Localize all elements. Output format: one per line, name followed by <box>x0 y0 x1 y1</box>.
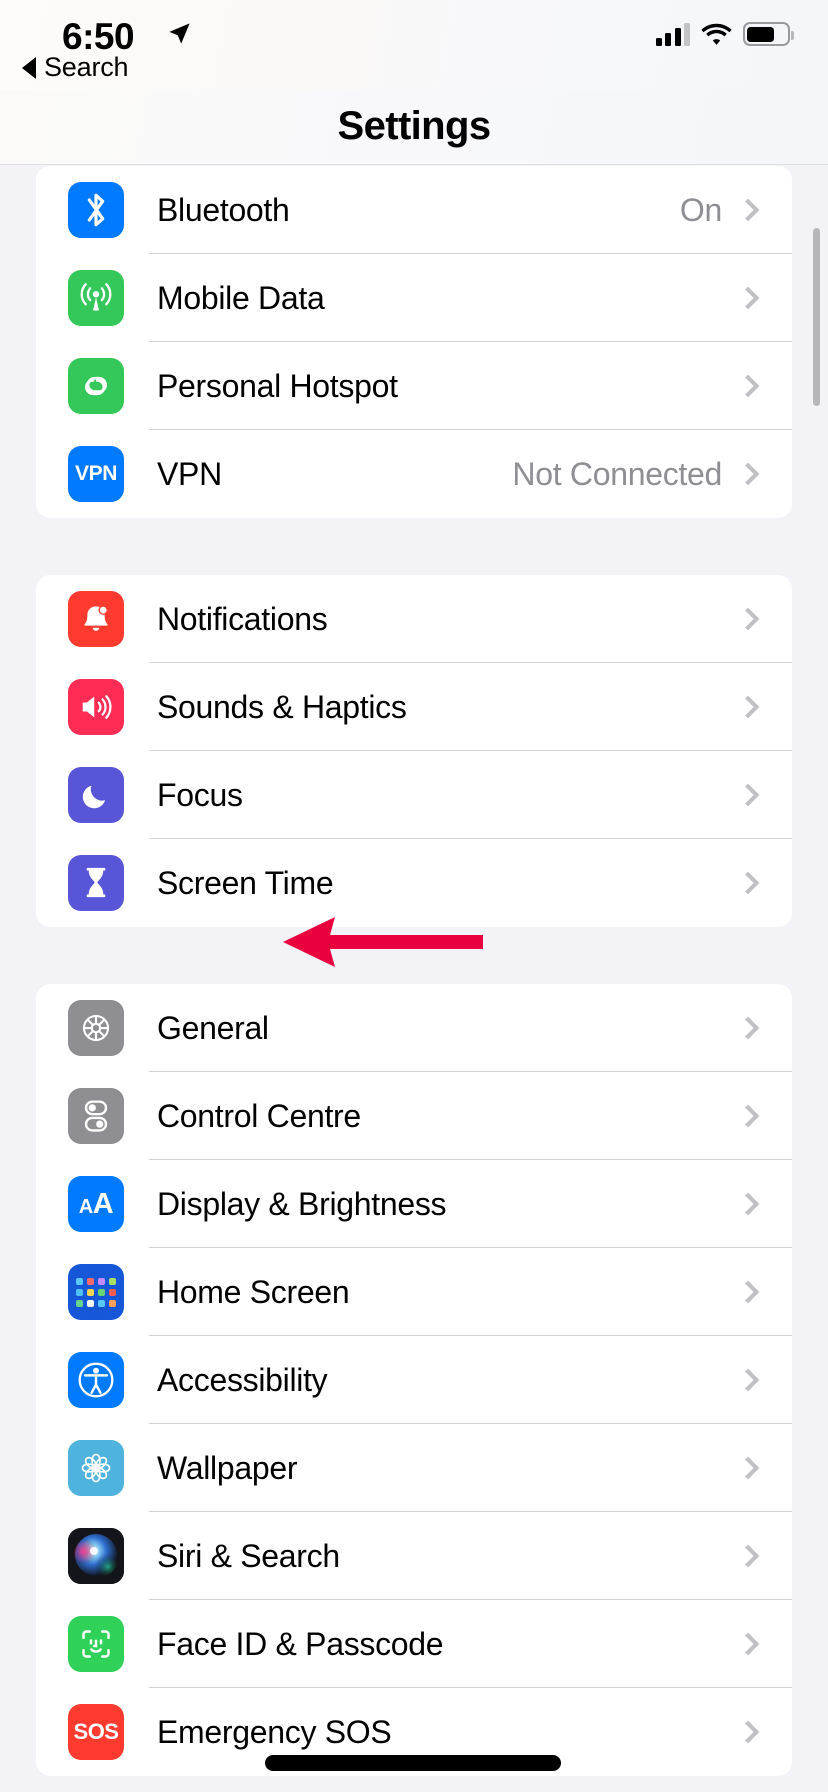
page-title: Settings <box>337 104 492 148</box>
cellular-signal-icon <box>655 22 690 46</box>
screen-time-hourglass-icon <box>68 855 124 911</box>
settings-row-personal-hotspot[interactable]: Personal Hotspot <box>36 342 792 430</box>
settings-row-label: Face ID & Passcode <box>157 1625 444 1662</box>
settings-group-system: General Control Centre AA Display & Brig… <box>36 984 792 1776</box>
settings-row-face-id-passcode[interactable]: Face ID & Passcode <box>36 1600 792 1688</box>
chevron-right-icon <box>736 695 760 719</box>
chevron-right-icon <box>736 1280 760 1304</box>
settings-row-label: Control Centre <box>157 1097 361 1134</box>
chevron-right-icon <box>736 871 760 895</box>
settings-row-bluetooth[interactable]: Bluetooth On <box>36 166 792 254</box>
settings-row-label: Siri & Search <box>157 1537 340 1574</box>
settings-row-label: Screen Time <box>157 864 334 901</box>
settings-row-label: Sounds & Haptics <box>157 688 407 725</box>
battery-icon <box>743 22 794 46</box>
bluetooth-icon <box>68 182 124 238</box>
settings-row-value: On <box>679 191 722 228</box>
mobile-data-icon <box>68 270 124 326</box>
accessibility-icon <box>68 1352 124 1408</box>
chevron-right-icon <box>736 1632 760 1656</box>
settings-row-label: Notifications <box>157 600 328 637</box>
face-id-icon <box>68 1616 124 1672</box>
settings-group-connectivity: Bluetooth On Mobile Data Personal Hotspo… <box>36 166 792 518</box>
settings-row-value: Not Connected <box>512 455 722 492</box>
settings-row-label: Wallpaper <box>157 1449 298 1486</box>
settings-row-label: Focus <box>157 776 243 813</box>
chevron-right-icon <box>736 462 760 486</box>
chevron-right-icon <box>736 1192 760 1216</box>
settings-row-accessibility[interactable]: Accessibility <box>36 1336 792 1424</box>
settings-group-alerts: Notifications Sounds & Haptics Focus Scr… <box>36 575 792 927</box>
settings-row-vpn[interactable]: VPN VPN Not Connected <box>36 430 792 518</box>
chevron-right-icon <box>736 1368 760 1392</box>
settings-row-notifications[interactable]: Notifications <box>36 575 792 663</box>
chevron-right-icon <box>736 374 760 398</box>
settings-row-label: Emergency SOS <box>157 1713 392 1750</box>
chevron-right-icon <box>736 1104 760 1128</box>
settings-row-label: VPN <box>157 455 222 492</box>
chevron-right-icon <box>736 1016 760 1040</box>
back-button-label: Search <box>44 52 129 82</box>
scrollbar-thumb[interactable] <box>813 228 820 406</box>
settings-row-label: Display & Brightness <box>157 1185 447 1222</box>
settings-row-home-screen[interactable]: Home Screen <box>36 1248 792 1336</box>
settings-row-screen-time[interactable]: Screen Time <box>36 839 792 927</box>
settings-row-focus[interactable]: Focus <box>36 751 792 839</box>
settings-row-general[interactable]: General <box>36 984 792 1072</box>
vpn-icon: VPN <box>68 446 124 502</box>
wifi-icon <box>701 23 732 45</box>
chevron-right-icon <box>736 1544 760 1568</box>
settings-row-label: General <box>157 1009 269 1046</box>
focus-moon-icon <box>68 767 124 823</box>
settings-row-display-brightness[interactable]: AA Display & Brightness <box>36 1160 792 1248</box>
location-arrow-icon <box>169 23 190 44</box>
back-button-search[interactable]: Search <box>22 52 129 83</box>
sounds-speaker-icon <box>68 679 124 735</box>
settings-row-label: Personal Hotspot <box>157 367 398 404</box>
chevron-right-icon <box>736 783 760 807</box>
settings-row-mobile-data[interactable]: Mobile Data <box>36 254 792 342</box>
settings-row-sounds-haptics[interactable]: Sounds & Haptics <box>36 663 792 751</box>
home-indicator <box>265 1755 561 1771</box>
chevron-right-icon <box>736 1720 760 1744</box>
general-gear-icon <box>68 1000 124 1056</box>
back-caret-icon <box>22 56 36 79</box>
settings-row-label: Accessibility <box>157 1361 328 1398</box>
settings-row-label: Home Screen <box>157 1273 350 1310</box>
chevron-right-icon <box>736 198 760 222</box>
chevron-right-icon <box>736 1456 760 1480</box>
nav-bar: Settings <box>0 90 828 165</box>
notifications-bell-icon <box>68 591 124 647</box>
siri-orb-icon <box>68 1528 124 1584</box>
iphone-settings-screen: 6:50 Search Settings Bluetooth On Mobile… <box>0 0 828 1792</box>
display-brightness-icon: AA <box>68 1176 124 1232</box>
wallpaper-flower-icon <box>68 1440 124 1496</box>
settings-row-label: Mobile Data <box>157 279 325 316</box>
settings-row-label: Bluetooth <box>157 191 290 228</box>
personal-hotspot-icon <box>68 358 124 414</box>
emergency-sos-icon: SOS <box>68 1704 124 1760</box>
status-bar-indicators <box>655 22 794 46</box>
status-bar-time: 6:50 <box>62 16 135 57</box>
settings-list[interactable]: Bluetooth On Mobile Data Personal Hotspo… <box>0 166 828 1792</box>
control-centre-icon <box>68 1088 124 1144</box>
settings-row-siri-search[interactable]: Siri & Search <box>36 1512 792 1600</box>
home-screen-grid-icon <box>68 1264 124 1320</box>
settings-row-control-centre[interactable]: Control Centre <box>36 1072 792 1160</box>
chevron-right-icon <box>736 607 760 631</box>
chevron-right-icon <box>736 286 760 310</box>
settings-row-wallpaper[interactable]: Wallpaper <box>36 1424 792 1512</box>
